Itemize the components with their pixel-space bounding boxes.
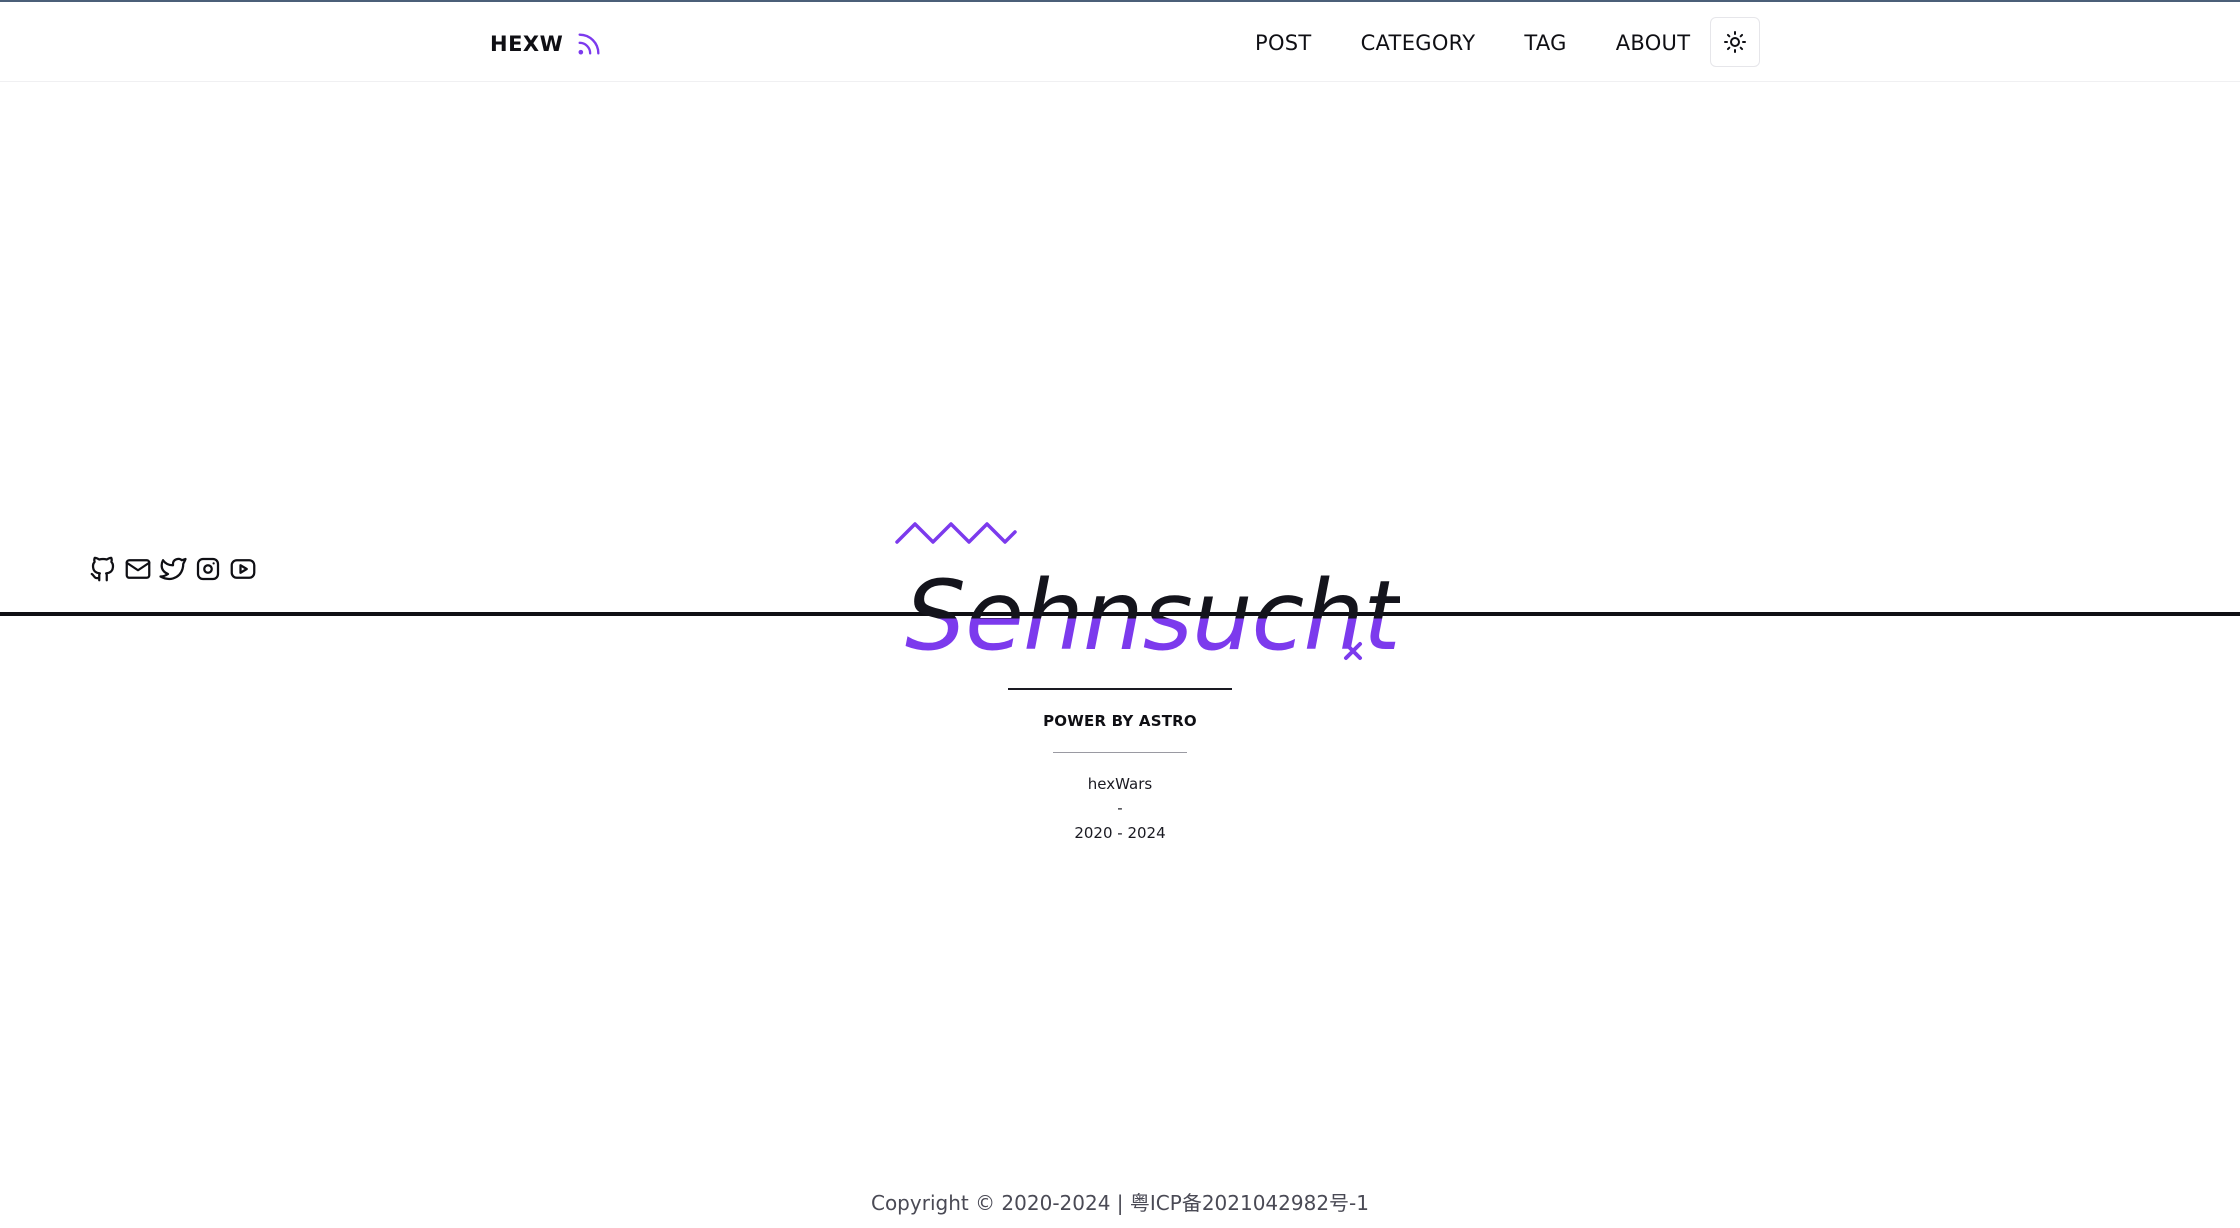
year-range: 2020 - 2024 [1074, 824, 1166, 842]
sun-icon [1724, 31, 1746, 53]
hero-title: Sehnsucht [905, 556, 1401, 676]
nav-about[interactable]: ABOUT [1616, 31, 1691, 55]
author-separator: - [1117, 799, 1123, 817]
close-icon [1344, 642, 1362, 660]
nav-category[interactable]: CATEGORY [1361, 31, 1476, 55]
github-link[interactable] [88, 552, 118, 586]
mail-icon [125, 559, 151, 579]
page: HEXW POST CATEGORY TAG ABOUT Sehnsucht P… [0, 0, 2240, 1228]
github-icon [90, 556, 115, 582]
hero-underline [1008, 688, 1232, 690]
twitter-link[interactable] [158, 552, 188, 586]
site-header: HEXW POST CATEGORY TAG ABOUT [0, 2, 2240, 82]
theme-toggle-button[interactable] [1710, 17, 1760, 67]
instagram-icon [196, 557, 220, 581]
brand-link[interactable]: HEXW [490, 26, 603, 62]
nav-post[interactable]: POST [1255, 31, 1312, 55]
twitter-icon [159, 557, 187, 581]
zigzag-decoration [895, 522, 1017, 544]
footer-divider [1053, 752, 1187, 753]
instagram-link[interactable] [193, 552, 223, 586]
icp-license-link[interactable]: 粤ICP备2021042982号-1 [1130, 1191, 1369, 1215]
main-nav: POST CATEGORY TAG ABOUT [1255, 18, 1739, 68]
rss-icon[interactable] [575, 30, 603, 58]
powered-by-text: POWER BY ASTRO [1043, 712, 1197, 730]
brand-name: HEXW [490, 32, 564, 56]
copyright-text: Copyright © 2020-2024 | 粤ICP备2021042982号… [0, 1187, 2240, 1216]
author-name: hexWars [1087, 775, 1153, 793]
mail-link[interactable] [123, 552, 153, 586]
social-links [88, 552, 258, 586]
youtube-icon [230, 559, 256, 579]
youtube-link[interactable] [228, 552, 258, 586]
nav-tag[interactable]: TAG [1524, 31, 1566, 55]
copyright-prefix: Copyright © 2020-2024 | [870, 1191, 1130, 1215]
